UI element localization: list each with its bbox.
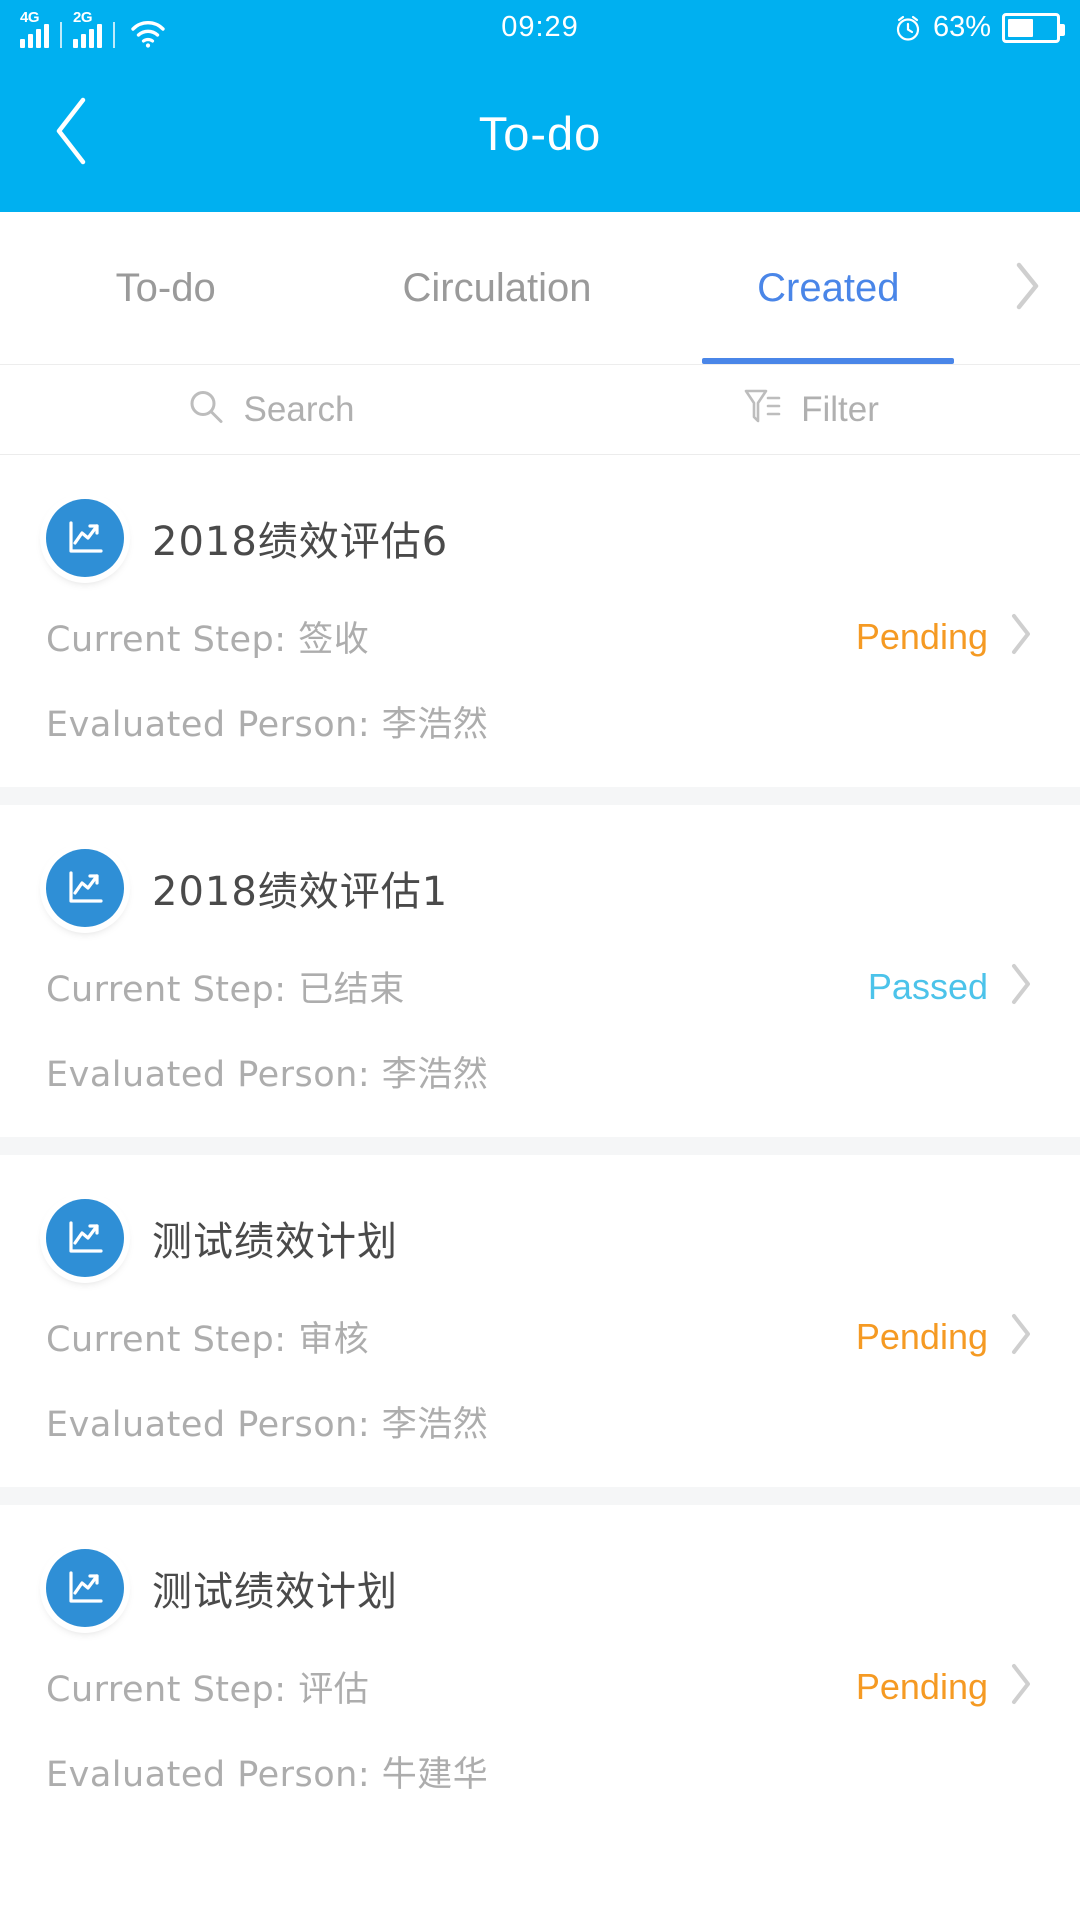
signal-4g-icon: 4G xyxy=(20,10,49,48)
chevron-right-icon xyxy=(1008,611,1034,662)
chart-trend-icon xyxy=(46,849,124,927)
task-card-0[interactable]: 2018绩效评估6 Current Step: 签收 Pending Evalu… xyxy=(0,455,1080,787)
task-current-step-row: Current Step: 已结束 Passed xyxy=(46,961,1034,1012)
status-badge: Pending xyxy=(855,615,988,657)
signal-divider xyxy=(60,21,62,48)
task-title: 2018绩效评估1 xyxy=(152,869,449,915)
task-status-group[interactable]: Pending xyxy=(856,611,1034,662)
status-badge: Pending xyxy=(855,1315,988,1357)
task-current-step-row: Current Step: 审核 Pending xyxy=(46,1311,1034,1362)
chart-trend-icon xyxy=(46,1199,124,1277)
search-icon xyxy=(186,387,226,432)
signal-divider-2 xyxy=(113,21,115,48)
status-bar: 4G 2G 09:29 63% xyxy=(0,0,1080,55)
current-step-text: Current Step: 评估 xyxy=(46,1670,370,1710)
current-step-text: Current Step: 审核 xyxy=(46,1320,370,1360)
task-title: 测试绩效计划 xyxy=(152,1569,398,1615)
tab-label: Circulation xyxy=(402,265,592,310)
tab-to-do[interactable]: To-do xyxy=(0,212,331,364)
chevron-right-icon xyxy=(1008,1311,1034,1362)
task-evaluated-person-row: Evaluated Person: 李浩然 xyxy=(46,1396,1034,1447)
tabs-overflow-button[interactable] xyxy=(994,212,1080,364)
task-card-header: 测试绩效计划 xyxy=(46,1549,1034,1627)
tab-created[interactable]: Created xyxy=(663,212,994,364)
evaluated-person-text: Evaluated Person: 李浩然 xyxy=(46,1055,489,1095)
task-card-2[interactable]: 测试绩效计划 Current Step: 审核 Pending Evaluate… xyxy=(0,1155,1080,1487)
search-filter-bar: Search Filter xyxy=(0,365,1080,455)
signal-2g-label: 2G xyxy=(73,8,93,26)
status-bar-right: 63% xyxy=(894,11,1065,44)
status-badge: Passed xyxy=(867,965,988,1007)
task-current-step-row: Current Step: 签收 Pending xyxy=(46,611,1034,662)
chart-trend-icon xyxy=(46,499,124,577)
chevron-right-icon xyxy=(1008,1661,1034,1712)
search-input[interactable]: Search xyxy=(0,365,540,454)
task-list[interactable]: 2018绩效评估6 Current Step: 签收 Pending Evalu… xyxy=(0,455,1080,1837)
signal-2g-icon: 2G xyxy=(73,10,102,48)
current-step-text: Current Step: 签收 xyxy=(46,620,370,660)
current-step-text: Current Step: 已结束 xyxy=(46,970,405,1010)
task-status-group[interactable]: Pending xyxy=(856,1311,1034,1362)
evaluated-person-text: Evaluated Person: 牛建华 xyxy=(46,1755,489,1795)
search-placeholder: Search xyxy=(243,389,355,429)
tab-bar: To-do Circulation Created xyxy=(0,212,1080,365)
task-current-step-row: Current Step: 评估 Pending xyxy=(46,1661,1034,1712)
back-chevron-icon xyxy=(49,94,93,173)
chevron-right-icon xyxy=(1008,961,1034,1012)
task-evaluated-person-row: Evaluated Person: 牛建华 xyxy=(46,1746,1034,1797)
status-badge: Pending xyxy=(855,1665,988,1707)
task-evaluated-person-row: Evaluated Person: 李浩然 xyxy=(46,696,1034,747)
task-card-header: 测试绩效计划 xyxy=(46,1199,1034,1277)
status-bar-left: 4G 2G xyxy=(20,8,166,48)
wifi-icon xyxy=(130,18,166,48)
tab-label: Created xyxy=(757,265,900,310)
task-title: 测试绩效计划 xyxy=(152,1219,398,1265)
signal-4g-label: 4G xyxy=(20,8,40,26)
filter-icon xyxy=(741,385,783,434)
tab-circulation[interactable]: Circulation xyxy=(331,212,662,364)
chevron-right-icon xyxy=(1012,260,1042,317)
task-evaluated-person-row: Evaluated Person: 李浩然 xyxy=(46,1046,1034,1097)
task-title: 2018绩效评估6 xyxy=(152,519,449,565)
tab-label: To-do xyxy=(115,265,216,310)
task-status-group[interactable]: Passed xyxy=(868,961,1034,1012)
filter-label: Filter xyxy=(801,389,879,429)
task-status-group[interactable]: Pending xyxy=(856,1661,1034,1712)
task-card-header: 2018绩效评估6 xyxy=(46,499,1034,577)
task-card-header: 2018绩效评估1 xyxy=(46,849,1034,927)
battery-percent-label: 63% xyxy=(932,11,991,43)
app-header: To-do xyxy=(0,55,1080,212)
chart-trend-icon xyxy=(46,1549,124,1627)
alarm-clock-icon xyxy=(894,14,922,42)
page-title: To-do xyxy=(478,107,602,160)
tab-active-indicator xyxy=(702,358,955,364)
filter-button[interactable]: Filter xyxy=(540,365,1080,454)
back-button[interactable] xyxy=(34,97,108,171)
task-card-1[interactable]: 2018绩效评估1 Current Step: 已结束 Passed Evalu… xyxy=(0,805,1080,1137)
task-card-3[interactable]: 测试绩效计划 Current Step: 评估 Pending Evaluate… xyxy=(0,1505,1080,1837)
evaluated-person-text: Evaluated Person: 李浩然 xyxy=(46,1405,489,1445)
battery-icon xyxy=(1002,12,1065,43)
evaluated-person-text: Evaluated Person: 李浩然 xyxy=(46,705,489,745)
